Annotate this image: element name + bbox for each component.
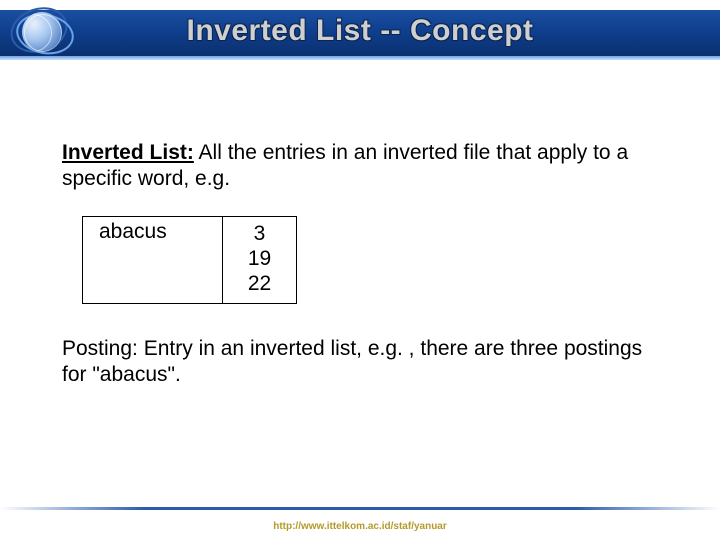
definition-posting: Posting: Entry in an inverted list, e.g.… [62, 336, 662, 389]
definition-text: Entry in an inverted list, e.g. , there … [62, 337, 642, 386]
slide: Inverted List -- Concept Inverted List: … [0, 0, 720, 540]
definition-inverted-list: Inverted List: All the entries in an inv… [62, 140, 662, 193]
globe-logo [8, 4, 82, 60]
table-cell-postings: 3 19 22 [223, 217, 297, 304]
term-inverted-list: Inverted List: [62, 141, 194, 164]
content-area: Inverted List: All the entries in an inv… [62, 140, 662, 211]
example-table: abacus 3 19 22 [82, 216, 297, 304]
table-row: abacus 3 19 22 [83, 217, 297, 304]
footer-url: http://www.ittelkom.ac.id/staf/yanuar [0, 521, 720, 532]
footer-divider [0, 507, 720, 510]
posting-value: 3 [235, 221, 284, 246]
globe-icon [22, 12, 62, 52]
table-cell-word: abacus [83, 217, 223, 304]
posting-value: 22 [235, 271, 284, 296]
header-underline [0, 56, 720, 60]
slide-title: Inverted List -- Concept [0, 14, 720, 48]
term-posting: Posting: [62, 337, 138, 360]
posting-value: 19 [235, 246, 284, 271]
